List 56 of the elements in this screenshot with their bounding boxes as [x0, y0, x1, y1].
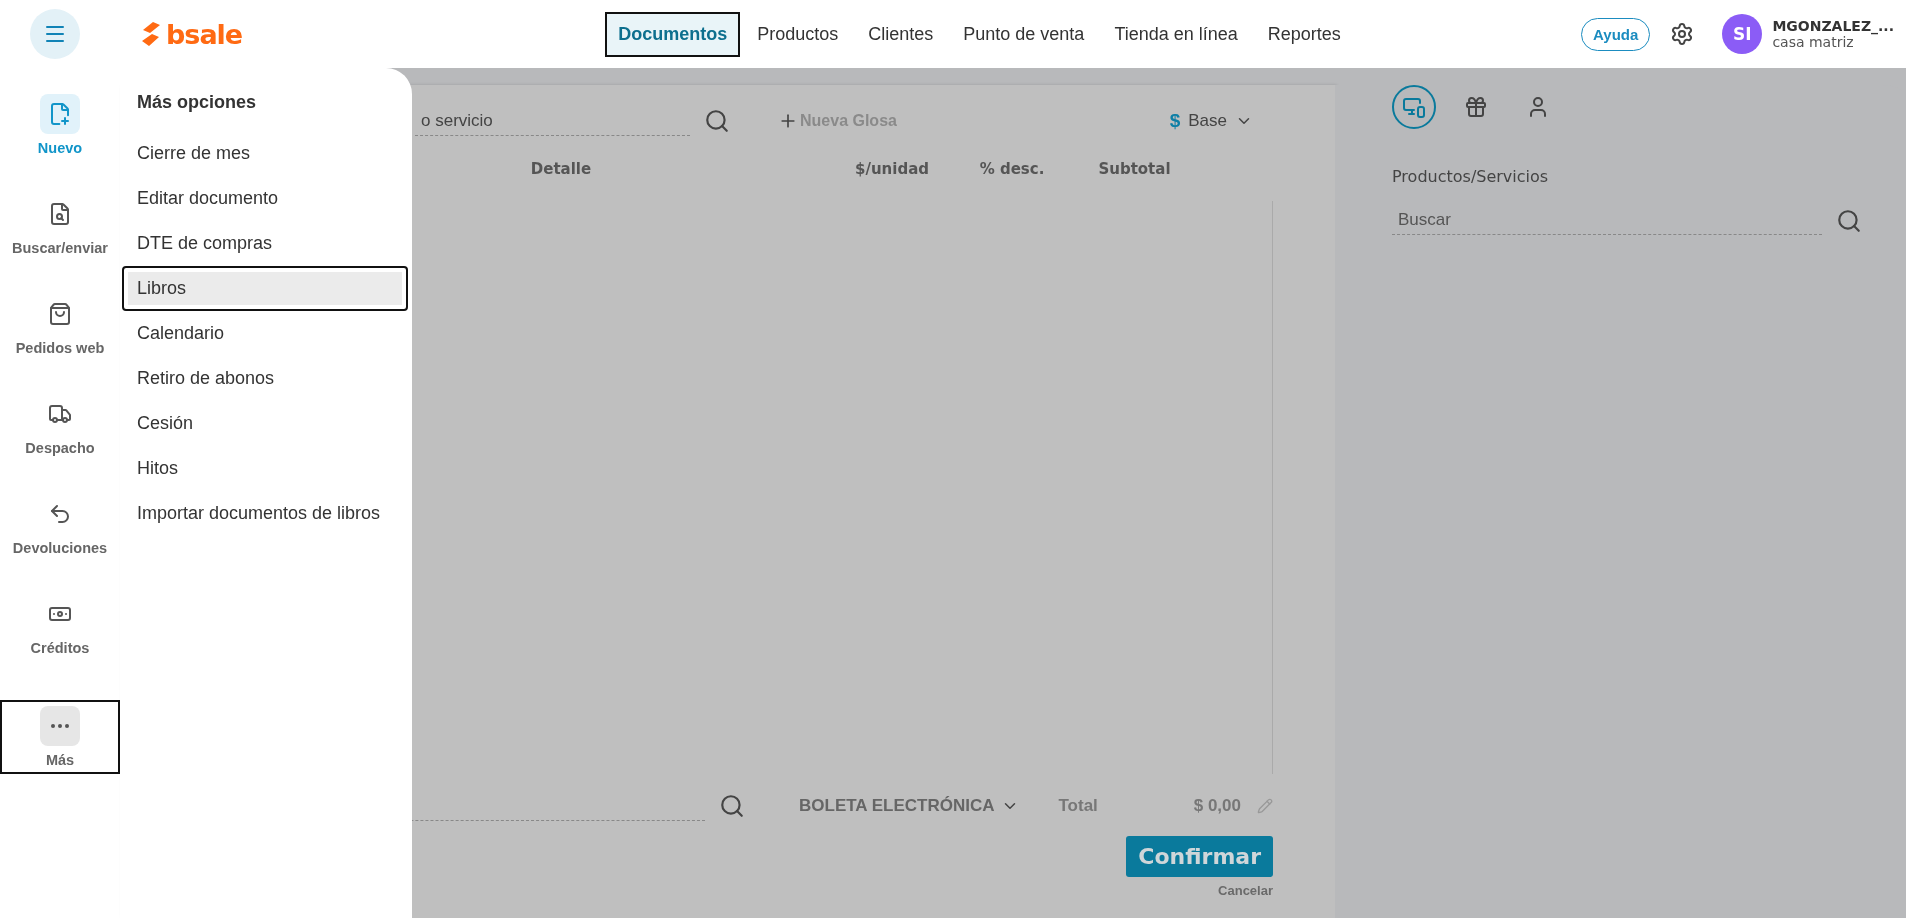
product-search-field[interactable]: o servicio	[415, 106, 690, 136]
price-list-dropdown[interactable]: $ Base	[1169, 110, 1253, 132]
search-icon[interactable]	[719, 793, 745, 819]
logo-icon	[140, 21, 162, 47]
menu-item[interactable]: Cesión	[122, 401, 408, 446]
user-name: MGONZALEZ_...	[1772, 18, 1894, 34]
search-icon[interactable]	[1836, 207, 1862, 234]
sidebar-item[interactable]: Más	[0, 700, 120, 774]
sidebar-item[interactable]: Despacho	[0, 388, 120, 462]
sidebar-item[interactable]: Buscar/enviar	[0, 188, 120, 262]
nav-tab[interactable]: Reportes	[1254, 11, 1354, 57]
menu-item[interactable]: Cierre de mes	[122, 131, 408, 176]
gift-icon	[1464, 95, 1488, 119]
menu-item[interactable]: Importar documentos de libros	[122, 491, 408, 536]
more-icon	[51, 724, 69, 728]
help-button[interactable]: Ayuda	[1581, 17, 1651, 51]
sidebar-item[interactable]: Pedidos web	[0, 288, 120, 362]
file-plus-icon	[48, 102, 72, 126]
branch-name: casa matriz	[1772, 34, 1854, 50]
column-header: Detalle	[529, 160, 593, 178]
product-search-field[interactable]: Buscar	[1392, 206, 1822, 235]
search-icon[interactable]	[704, 108, 730, 134]
menu-item[interactable]: Retiro de abonos	[122, 356, 408, 401]
user-avatar[interactable]: SI	[1722, 14, 1763, 54]
devices-icon	[1402, 95, 1426, 119]
nav-tab[interactable]: Documentos	[605, 11, 741, 57]
nav-tab[interactable]: Punto de venta	[950, 11, 1098, 57]
column-header: % desc.	[978, 160, 1046, 178]
truck-icon	[48, 402, 72, 426]
menu-item[interactable]: Editar documento	[122, 176, 408, 221]
column-header: Subtotal	[1097, 160, 1172, 178]
menu-title: Más opciones	[136, 91, 258, 114]
nav-tab[interactable]: Productos	[744, 11, 852, 57]
file-search-icon	[48, 202, 72, 226]
cancel-link[interactable]: Cancelar	[1218, 883, 1273, 898]
shopping-bag-icon	[48, 302, 72, 326]
menu-item[interactable]: Calendario	[122, 311, 408, 356]
confirm-button[interactable]: Confirmar	[1126, 836, 1273, 877]
nav-tab[interactable]: Tienda en línea	[1101, 11, 1251, 57]
total-value: $ 0,00	[1193, 796, 1241, 816]
sidebar-item[interactable]: Devoluciones	[0, 488, 120, 562]
sidebar-item[interactable]: Nuevo	[0, 88, 120, 162]
menu-item[interactable]: DTE de compras	[122, 221, 408, 266]
panel-title: Productos/Servicios	[1392, 167, 1550, 186]
menu-item[interactable]: Libros	[122, 266, 408, 311]
document-type-dropdown[interactable]: BOLETA ELECTRÓNICA	[799, 796, 1019, 816]
nav-tab[interactable]: Clientes	[855, 11, 947, 57]
column-header: $/unidad	[854, 160, 930, 178]
return-arrow-icon	[48, 502, 72, 526]
panel-tab[interactable]	[1392, 85, 1436, 129]
logo: bsale	[140, 18, 243, 50]
menu-button[interactable]	[30, 9, 80, 59]
settings-icon[interactable]	[1670, 22, 1695, 46]
menu-item[interactable]: Hitos	[122, 446, 408, 491]
sidebar-item[interactable]: Créditos	[0, 588, 120, 662]
total-label: Total	[1058, 796, 1098, 816]
